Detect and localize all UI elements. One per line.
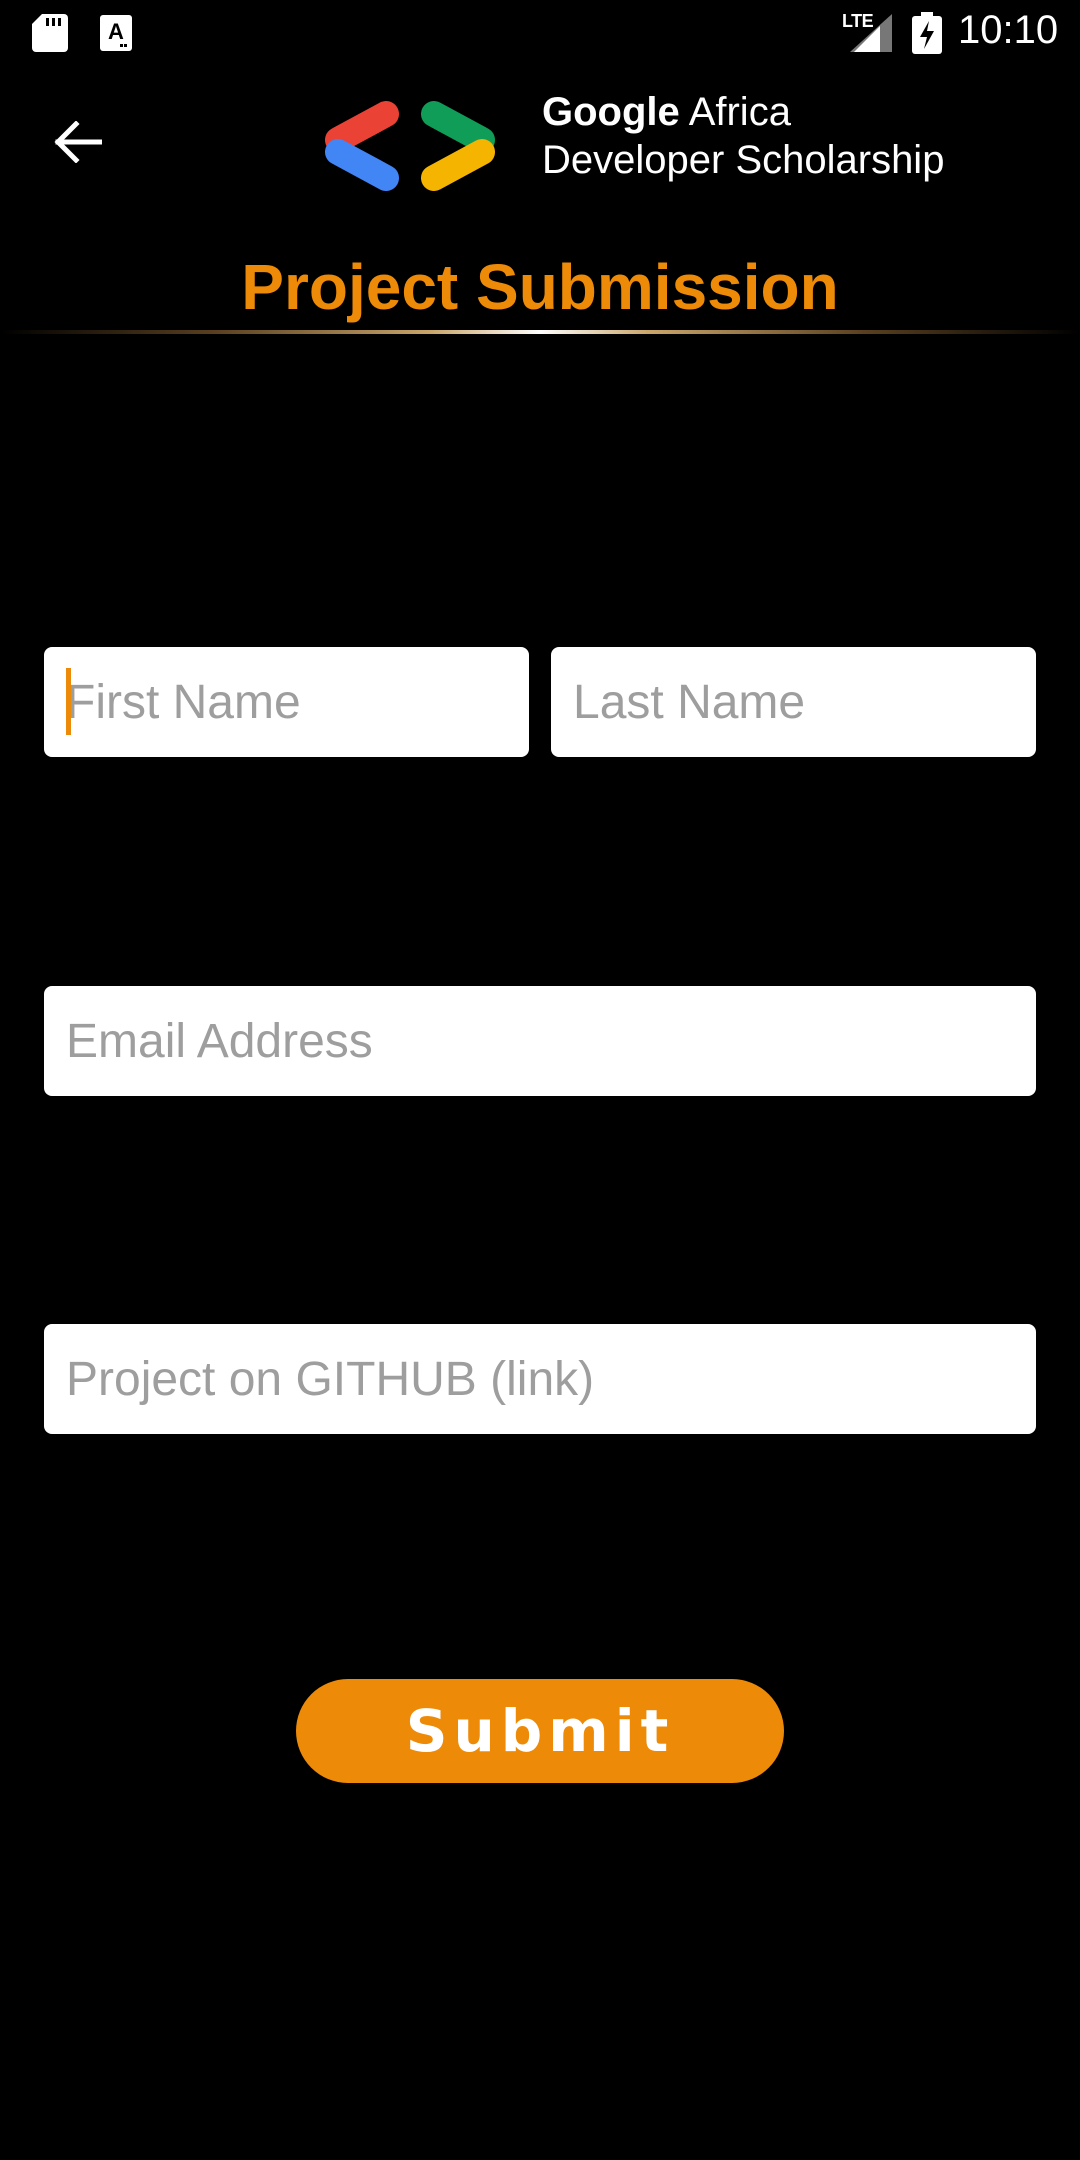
github-link-field[interactable] — [44, 1324, 1036, 1434]
title-divider — [0, 330, 1080, 334]
logo-line-1: Google Africa — [542, 88, 944, 136]
sd-card-icon — [32, 14, 68, 52]
signal-icon — [850, 14, 892, 52]
svg-text:A: A — [108, 19, 124, 44]
logo-text: Google Africa Developer Scholarship — [542, 88, 944, 184]
last-name-field[interactable] — [551, 647, 1036, 757]
google-africa-developer-scholarship-logo: Google Africa Developer Scholarship — [312, 88, 944, 208]
keyboard-a-icon: A — [100, 15, 132, 51]
status-bar: A LTE 10:10 — [0, 0, 1080, 66]
status-clock: 10:10 — [958, 8, 1059, 52]
developers-chevrons-icon — [325, 101, 495, 191]
battery-charging-icon — [912, 12, 942, 54]
arrow-left-icon — [54, 121, 102, 163]
logo-line-2: Developer Scholarship — [542, 138, 945, 182]
back-button[interactable] — [38, 106, 118, 178]
submit-button[interactable]: Submit — [296, 1679, 784, 1783]
page-title: Project Submission — [241, 251, 839, 323]
text-cursor — [66, 668, 71, 735]
logo-brand: Google — [542, 90, 680, 134]
first-name-field[interactable] — [44, 647, 529, 757]
logo-region: Africa — [679, 90, 791, 134]
email-field[interactable] — [44, 986, 1036, 1096]
